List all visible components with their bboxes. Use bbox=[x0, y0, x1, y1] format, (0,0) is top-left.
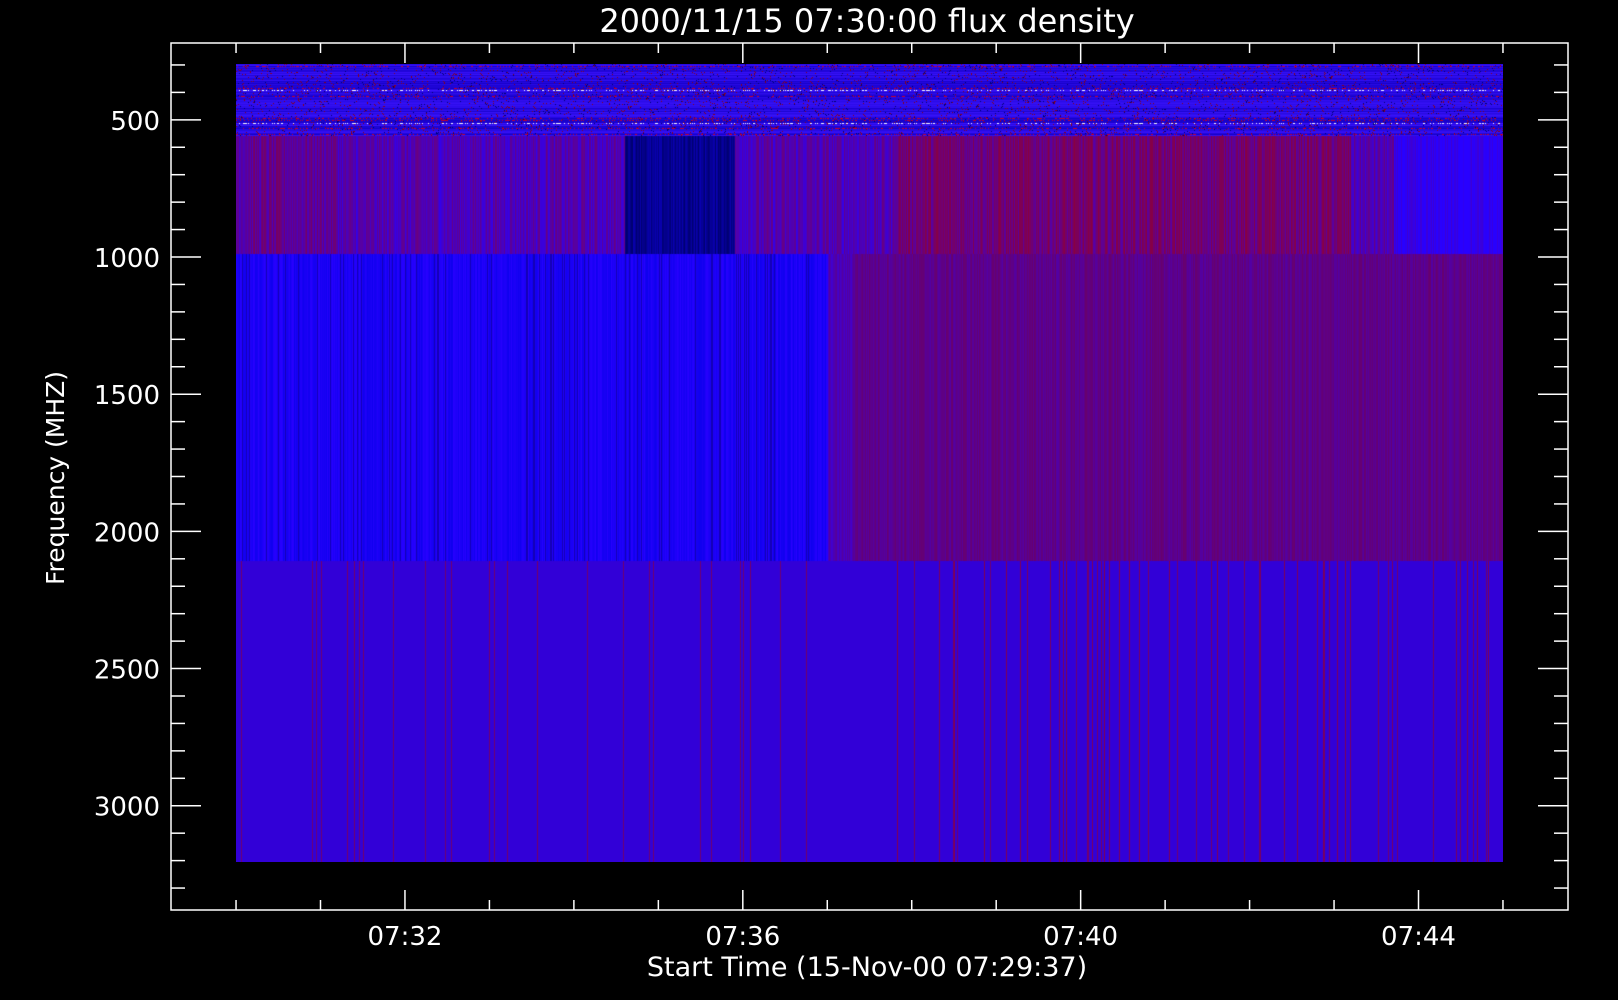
x-axis-label: Start Time (15-Nov-00 07:29:37) bbox=[647, 952, 1087, 983]
x-tick-label: 07:36 bbox=[705, 922, 780, 952]
chart-title: 2000/11/15 07:30:00 flux density bbox=[599, 2, 1134, 40]
x-tick-label: 07:40 bbox=[1043, 922, 1118, 952]
x-axis-tick-labels: 07:32 07:36 07:40 07:44 bbox=[367, 922, 1455, 952]
y-tick-label: 1000 bbox=[94, 244, 160, 274]
y-axis-tick-labels: 500 1000 1500 2000 2500 3000 bbox=[94, 107, 160, 823]
y-tick-label: 2000 bbox=[94, 518, 160, 548]
x-tick-label: 07:32 bbox=[367, 922, 442, 952]
y-axis-label: Frequency (MHZ) bbox=[41, 371, 70, 585]
spectrogram-image bbox=[236, 64, 1503, 862]
y-tick-label: 2500 bbox=[94, 656, 160, 686]
y-tick-label: 500 bbox=[110, 107, 160, 137]
x-tick-label: 07:44 bbox=[1381, 922, 1456, 952]
y-tick-label: 3000 bbox=[94, 793, 160, 823]
y-tick-label: 1500 bbox=[94, 381, 160, 411]
